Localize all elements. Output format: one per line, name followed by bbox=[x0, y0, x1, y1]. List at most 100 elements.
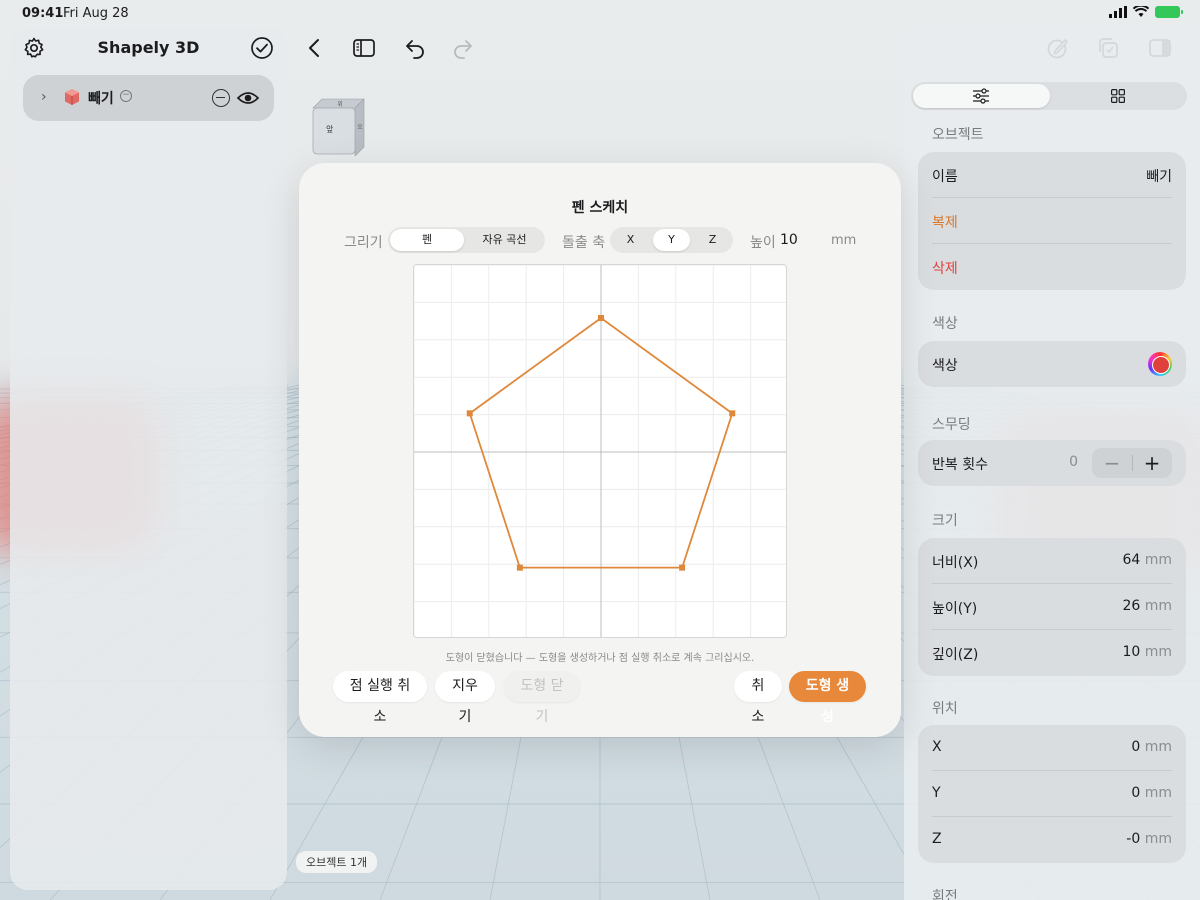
axis-y-option[interactable]: Y bbox=[653, 229, 690, 251]
sketch-vertex-handle[interactable] bbox=[679, 564, 686, 571]
status-bar: 09:41 Fri Aug 28 bbox=[0, 0, 1200, 28]
tab-library[interactable] bbox=[1050, 84, 1187, 108]
delete-label: 삭제 bbox=[932, 261, 958, 277]
chevron-left-icon bbox=[309, 39, 319, 57]
grid-icon bbox=[1111, 89, 1125, 103]
status-indicators bbox=[1109, 6, 1183, 18]
draw-mode-pen[interactable]: 펜 bbox=[390, 229, 464, 251]
draw-mode-freehand[interactable]: 자유 곡선 bbox=[466, 229, 543, 251]
color-card: 색상 bbox=[918, 341, 1186, 387]
section-smoothing-title: 스무딩 bbox=[932, 417, 971, 433]
checkmark-circle-icon bbox=[251, 37, 273, 59]
pos-z-value: -0 bbox=[1126, 831, 1141, 847]
name-label: 이름 bbox=[932, 169, 958, 185]
pos-z-row[interactable]: Z -0 mm bbox=[918, 817, 1186, 863]
close-shape-button[interactable]: 도형 닫기 bbox=[504, 671, 580, 725]
extrude-height-unit: mm bbox=[831, 233, 857, 248]
pos-x-label: X bbox=[932, 739, 942, 755]
sketch-drawing bbox=[414, 265, 786, 637]
axis-x-option[interactable]: X bbox=[612, 229, 649, 251]
section-object-title: 오브젝트 bbox=[932, 127, 984, 143]
sketch-canvas[interactable] bbox=[413, 264, 787, 638]
undo-button[interactable] bbox=[403, 36, 427, 60]
section-color-title: 색상 bbox=[932, 316, 958, 332]
width-row[interactable]: 너비(X) 64 mm bbox=[918, 538, 1186, 584]
extrude-height-input[interactable]: 10 bbox=[780, 232, 798, 248]
create-shape-button[interactable]: 도형 생성 bbox=[789, 671, 866, 725]
tab-properties[interactable] bbox=[913, 84, 1050, 108]
pos-y-row[interactable]: Y 0 mm bbox=[918, 771, 1186, 817]
decrement-button[interactable]: − bbox=[1092, 448, 1132, 478]
depth-value: 10 bbox=[1122, 644, 1141, 660]
pos-z-label: Z bbox=[932, 831, 942, 847]
pos-z-unit: mm bbox=[1144, 831, 1172, 847]
inspector-tabs bbox=[911, 82, 1187, 110]
view-cube[interactable]: 위 오 앞 bbox=[310, 96, 368, 157]
view-cube-front-label: 앞 bbox=[326, 125, 334, 134]
delete-button[interactable]: 삭제 bbox=[918, 244, 1186, 290]
pos-x-unit: mm bbox=[1144, 739, 1172, 755]
width-value: 64 bbox=[1122, 552, 1141, 568]
extrude-height-label: 높이 bbox=[750, 235, 776, 251]
sketch-vertex-handle[interactable] bbox=[729, 410, 736, 417]
svg-text:위: 위 bbox=[337, 100, 343, 108]
section-rotation-title: 회전 bbox=[932, 889, 958, 900]
cancel-button[interactable]: 취소 bbox=[734, 671, 782, 725]
toggle-sidebar-button[interactable] bbox=[352, 36, 376, 60]
height-value: 26 bbox=[1122, 598, 1141, 614]
duplicate-label: 복제 bbox=[932, 215, 958, 231]
sketch-vertex-handle[interactable] bbox=[516, 564, 523, 571]
iterations-row: 반복 횟수 0 − + bbox=[918, 440, 1186, 486]
section-position-title: 위치 bbox=[932, 701, 958, 717]
redo-icon bbox=[454, 40, 472, 59]
iterations-label: 반복 횟수 bbox=[932, 457, 988, 473]
section-size-title: 크기 bbox=[932, 513, 958, 529]
sliders-icon bbox=[973, 88, 989, 104]
draw-mode-segmented: 펜 자유 곡선 bbox=[388, 227, 545, 253]
sketch-vertex-handle[interactable] bbox=[598, 315, 604, 321]
axis-z-option[interactable]: Z bbox=[694, 229, 731, 251]
pos-x-value: 0 bbox=[1131, 739, 1141, 755]
depth-unit: mm bbox=[1144, 644, 1172, 660]
height-unit: mm bbox=[1144, 598, 1172, 614]
extrude-axis-segmented: X Y Z bbox=[610, 227, 733, 253]
increment-button[interactable]: + bbox=[1132, 448, 1172, 478]
app-title: Shapely 3D bbox=[97, 38, 200, 57]
done-button[interactable] bbox=[250, 36, 274, 60]
pos-x-row[interactable]: X 0 mm bbox=[918, 725, 1186, 771]
width-unit: mm bbox=[1144, 552, 1172, 568]
pos-y-unit: mm bbox=[1144, 785, 1172, 801]
sketch-vertex-handle[interactable] bbox=[466, 410, 473, 417]
pen-sketch-dialog: 펜 스케치 그리기 펜 자유 곡선 돌출 축 X Y Z 높이 10 mm 도형… bbox=[299, 163, 901, 737]
eye-icon[interactable] bbox=[237, 89, 259, 107]
pos-y-value: 0 bbox=[1131, 785, 1141, 801]
cube-icon bbox=[65, 89, 79, 105]
name-value: 빼기 bbox=[1146, 169, 1172, 185]
object-card: 이름 빼기 복제 삭제 bbox=[918, 152, 1186, 290]
view-cube-icon: 위 오 bbox=[312, 98, 365, 157]
iterations-stepper[interactable]: − + bbox=[1092, 448, 1172, 478]
status-date: Fri Aug 28 bbox=[63, 6, 129, 21]
undo-point-button[interactable]: 점 실행 취소 bbox=[333, 671, 427, 725]
redo-button[interactable] bbox=[451, 36, 475, 60]
pos-y-label: Y bbox=[932, 785, 941, 801]
width-label: 너비(X) bbox=[932, 555, 979, 571]
height-row[interactable]: 높이(Y) 26 mm bbox=[918, 584, 1186, 630]
depth-row[interactable]: 깊이(Z) 10 mm bbox=[918, 630, 1186, 676]
iterations-value: 0 bbox=[1069, 454, 1078, 470]
duplicate-button[interactable]: 복제 bbox=[918, 198, 1186, 244]
extrude-axis-label: 돌출 축 bbox=[562, 235, 606, 251]
height-label: 높이(Y) bbox=[932, 601, 978, 617]
sidebar-left-icon bbox=[353, 39, 375, 57]
color-picker-button[interactable] bbox=[1148, 352, 1172, 376]
back-button[interactable] bbox=[303, 36, 327, 60]
color-row[interactable]: 색상 bbox=[918, 341, 1186, 387]
remove-layer-button[interactable] bbox=[212, 89, 230, 107]
layer-row-subtract[interactable]: › 빼기 − bbox=[23, 75, 274, 121]
name-row[interactable]: 이름 빼기 bbox=[918, 152, 1186, 198]
cellular-icon bbox=[1109, 6, 1127, 18]
clear-button[interactable]: 지우기 bbox=[435, 671, 495, 725]
chevron-right-icon[interactable]: › bbox=[41, 89, 47, 105]
undo-icon bbox=[406, 40, 424, 59]
draw-mode-label: 그리기 bbox=[344, 235, 383, 251]
